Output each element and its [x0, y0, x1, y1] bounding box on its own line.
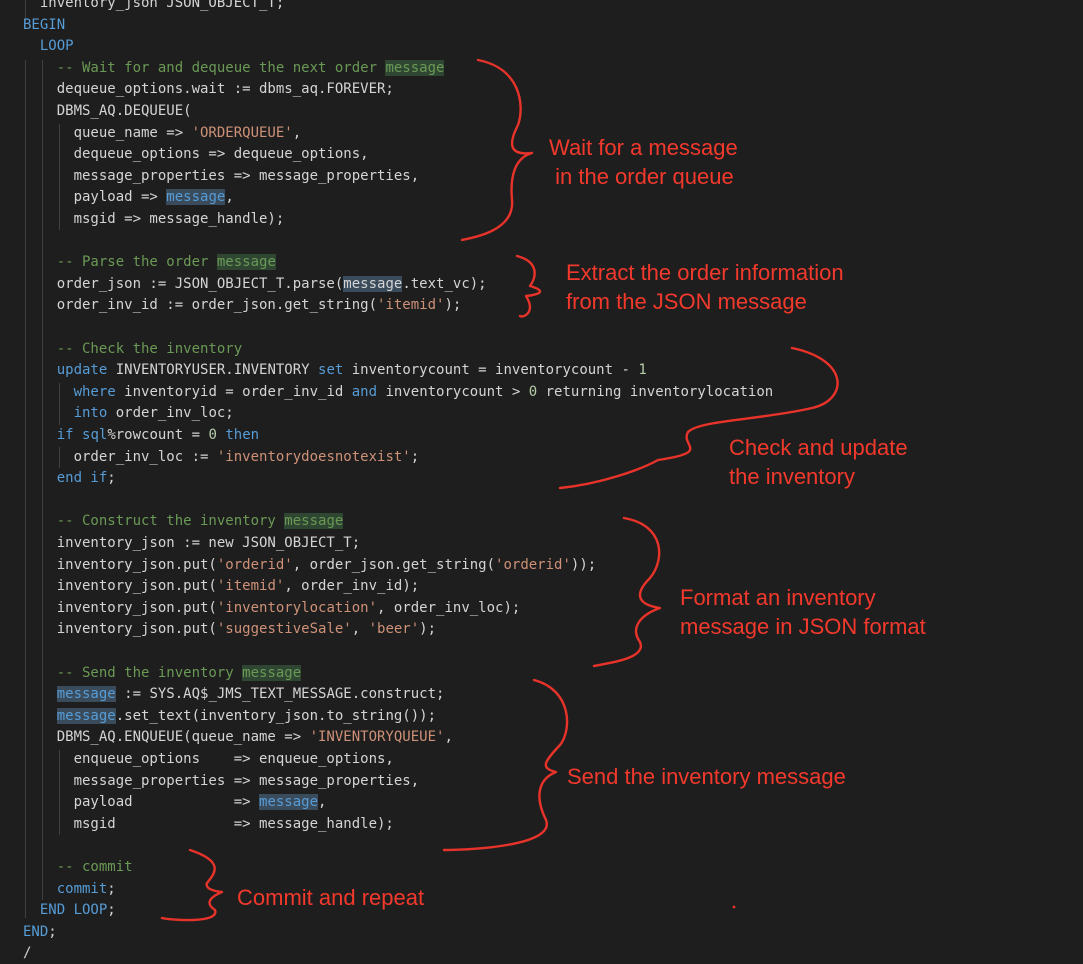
note-wait: Wait for a message in the order queue: [549, 135, 738, 189]
brace-format: [592, 516, 662, 668]
brace-commit: [160, 848, 224, 922]
brace-extract: [515, 254, 542, 318]
note-extract: Extract the order information from the J…: [566, 260, 844, 314]
brace-send: [442, 678, 569, 852]
brace-wait: [460, 58, 534, 242]
stray-dot: [732, 905, 736, 909]
note-check: Check and update the inventory: [729, 435, 908, 489]
note-format: Format an inventory message in JSON form…: [680, 585, 926, 639]
note-send: Send the inventory message: [567, 764, 846, 789]
annotation-layer: [160, 58, 839, 922]
note-commit: Commit and repeat: [237, 885, 425, 910]
